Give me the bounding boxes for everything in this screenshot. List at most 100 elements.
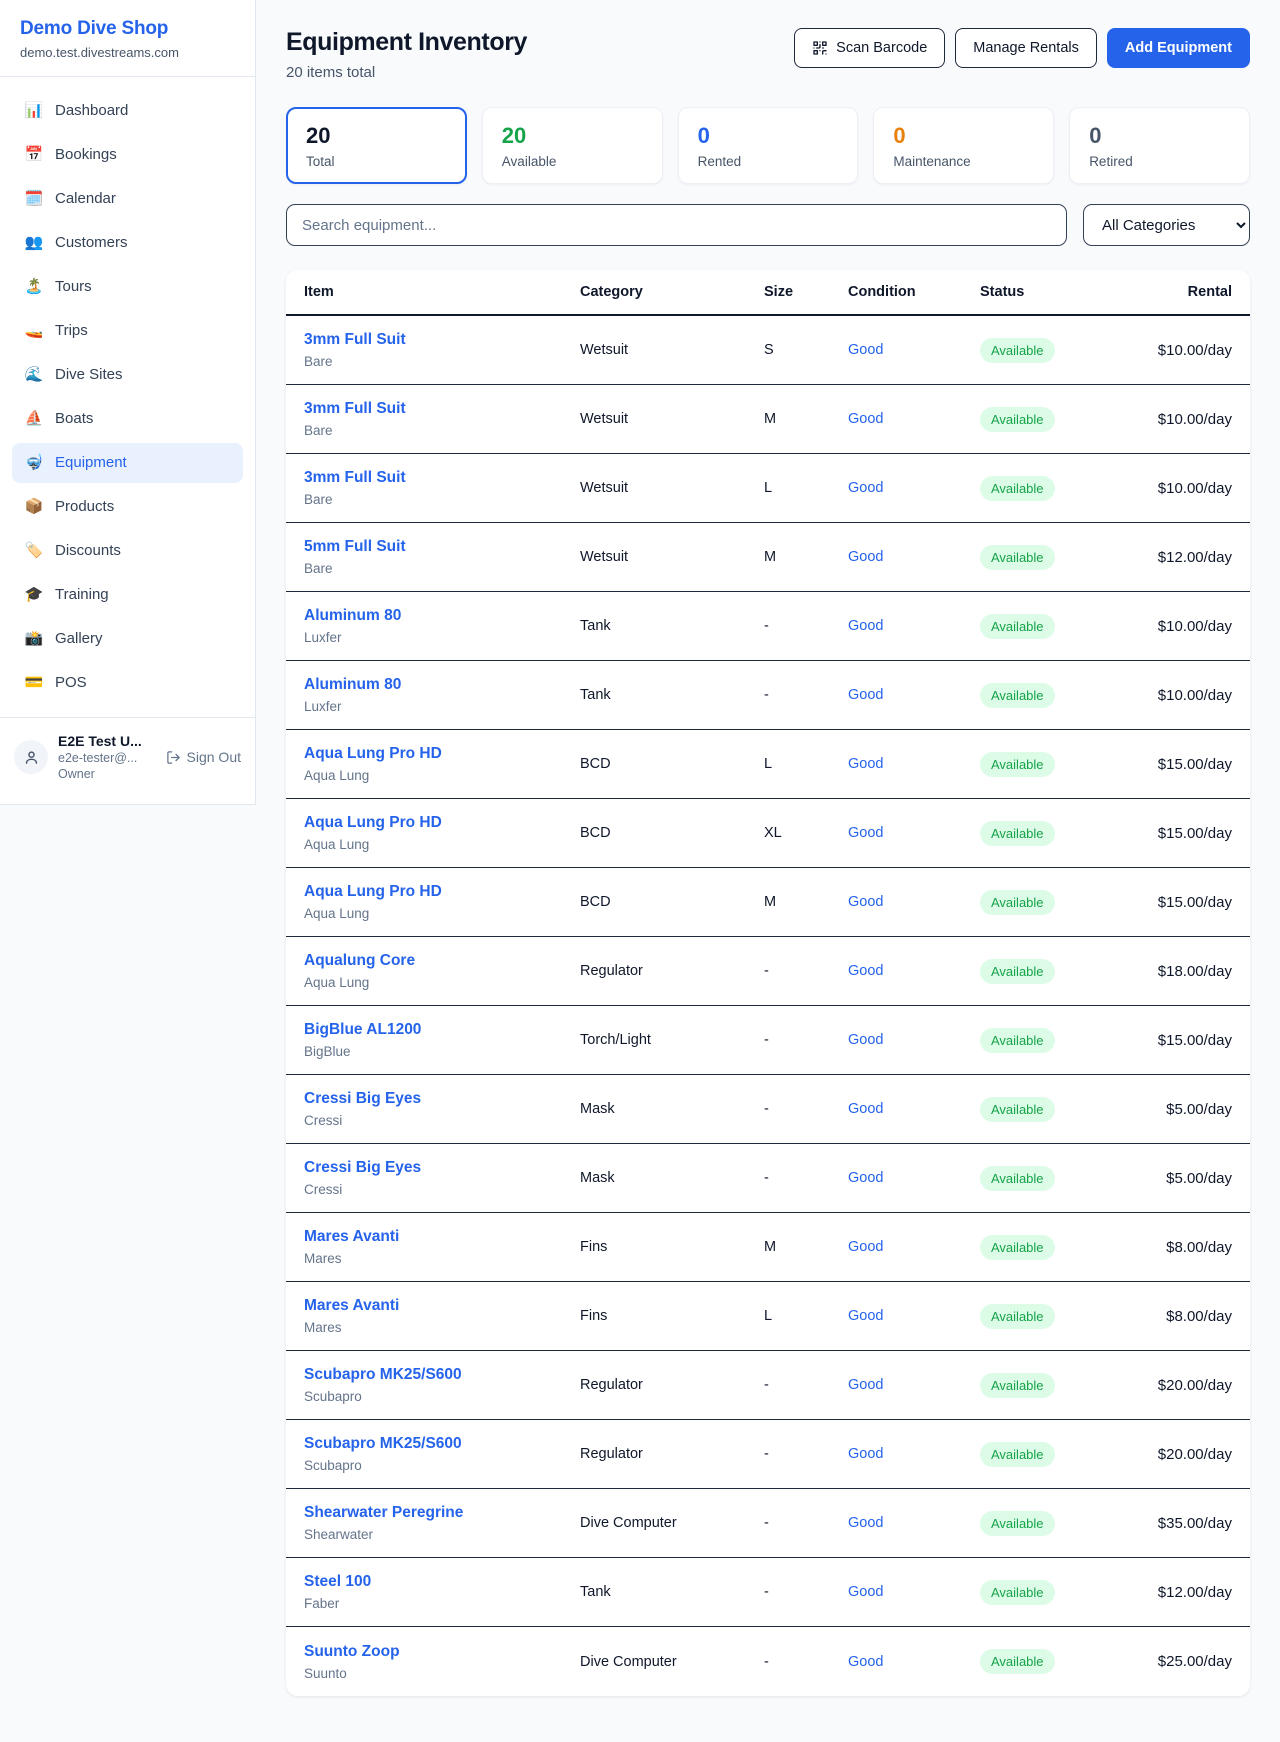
nav-label: Products: [55, 496, 114, 518]
sidebar-item-equipment[interactable]: 🤿 Equipment: [12, 443, 243, 483]
avatar: [14, 740, 48, 774]
item-name-link[interactable]: Aqualung Core: [304, 951, 580, 970]
stat-card-rented[interactable]: 0 Rented: [678, 107, 859, 184]
stat-card-available[interactable]: 20 Available: [482, 107, 663, 184]
condition-link[interactable]: Good: [848, 1032, 980, 1048]
item-name-link[interactable]: Aluminum 80: [304, 675, 580, 694]
condition-link[interactable]: Good: [848, 1239, 980, 1255]
table-row: Scubapro MK25/S600 Scubapro Regulator - …: [286, 1420, 1250, 1489]
condition-link[interactable]: Good: [848, 411, 980, 427]
nav-label: Boats: [55, 408, 93, 430]
item-name-link[interactable]: Scubapro MK25/S600: [304, 1365, 580, 1384]
status-cell: Available: [980, 476, 1132, 501]
category-select[interactable]: All Categories: [1083, 204, 1250, 246]
table-row: Aqua Lung Pro HD Aqua Lung BCD L Good Av…: [286, 730, 1250, 799]
condition-link[interactable]: Good: [848, 1584, 980, 1600]
item-name-link[interactable]: Aqua Lung Pro HD: [304, 813, 580, 832]
item-name-link[interactable]: Cressi Big Eyes: [304, 1089, 580, 1108]
item-cell: Shearwater Peregrine Shearwater: [304, 1503, 580, 1543]
sidebar-item-training[interactable]: 🎓 Training: [12, 575, 243, 615]
page-title-block: Equipment Inventory 20 items total: [286, 28, 527, 81]
condition-link[interactable]: Good: [848, 1446, 980, 1462]
sidebar-item-customers[interactable]: 👥 Customers: [12, 223, 243, 263]
condition-link[interactable]: Good: [848, 963, 980, 979]
status-cell: Available: [980, 1166, 1132, 1191]
category-cell: Torch/Light: [580, 1032, 764, 1048]
condition-link[interactable]: Good: [848, 342, 980, 358]
item-name-link[interactable]: Scubapro MK25/S600: [304, 1434, 580, 1453]
table-row: Shearwater Peregrine Shearwater Dive Com…: [286, 1489, 1250, 1558]
nav-icon: 🏷️: [24, 540, 44, 562]
condition-link[interactable]: Good: [848, 549, 980, 565]
item-name-link[interactable]: 3mm Full Suit: [304, 330, 580, 349]
condition-link[interactable]: Good: [848, 618, 980, 634]
item-name-link[interactable]: 3mm Full Suit: [304, 399, 580, 418]
item-name-link[interactable]: Aqua Lung Pro HD: [304, 882, 580, 901]
status-badge: Available: [980, 1028, 1055, 1053]
table-row: Aqualung Core Aqua Lung Regulator - Good…: [286, 937, 1250, 1006]
status-badge: Available: [980, 821, 1055, 846]
item-name-link[interactable]: Mares Avanti: [304, 1296, 580, 1315]
stat-card-retired[interactable]: 0 Retired: [1069, 107, 1250, 184]
condition-link[interactable]: Good: [848, 480, 980, 496]
status-cell: Available: [980, 683, 1132, 708]
sign-out-button[interactable]: Sign Out: [166, 749, 241, 765]
condition-link[interactable]: Good: [848, 1654, 980, 1670]
condition-link[interactable]: Good: [848, 1170, 980, 1186]
sidebar-item-bookings[interactable]: 📅 Bookings: [12, 135, 243, 175]
sidebar-item-pos[interactable]: 💳 POS: [12, 663, 243, 703]
category-cell: Dive Computer: [580, 1515, 764, 1531]
condition-link[interactable]: Good: [848, 756, 980, 772]
table-row: Steel 100 Faber Tank - Good Available $1…: [286, 1558, 1250, 1627]
brand-block: Demo Dive Shop demo.test.divestreams.com: [0, 0, 255, 77]
condition-link[interactable]: Good: [848, 894, 980, 910]
item-name-link[interactable]: Suunto Zoop: [304, 1642, 580, 1661]
item-name-link[interactable]: 3mm Full Suit: [304, 468, 580, 487]
item-name-link[interactable]: BigBlue AL1200: [304, 1020, 580, 1039]
sidebar-item-calendar[interactable]: 🗓️ Calendar: [12, 179, 243, 219]
nav-label: Trips: [55, 320, 88, 342]
condition-link[interactable]: Good: [848, 1308, 980, 1324]
stat-card-maintenance[interactable]: 0 Maintenance: [873, 107, 1054, 184]
rental-cell: $10.00/day: [1132, 480, 1232, 497]
equipment-table: Item Category Size Condition Status Rent…: [286, 270, 1250, 1696]
item-name-link[interactable]: Aqua Lung Pro HD: [304, 744, 580, 763]
sidebar-item-gallery[interactable]: 📸 Gallery: [12, 619, 243, 659]
item-name-link[interactable]: Mares Avanti: [304, 1227, 580, 1246]
scan-barcode-button[interactable]: Scan Barcode: [794, 28, 945, 68]
nav-icon: 📸: [24, 628, 44, 650]
condition-link[interactable]: Good: [848, 1377, 980, 1393]
nav-icon: 📦: [24, 496, 44, 518]
nav-icon: 🎓: [24, 584, 44, 606]
condition-link[interactable]: Good: [848, 687, 980, 703]
condition-link[interactable]: Good: [848, 1515, 980, 1531]
item-name-link[interactable]: Cressi Big Eyes: [304, 1158, 580, 1177]
item-name-link[interactable]: Shearwater Peregrine: [304, 1503, 580, 1522]
item-name-link[interactable]: 5mm Full Suit: [304, 537, 580, 556]
condition-link[interactable]: Good: [848, 1101, 980, 1117]
item-name-link[interactable]: Aluminum 80: [304, 606, 580, 625]
add-equipment-button[interactable]: Add Equipment: [1107, 28, 1250, 68]
nav-label: Equipment: [55, 452, 127, 474]
search-input[interactable]: [286, 204, 1067, 246]
size-cell: -: [764, 1170, 848, 1186]
table-row: Mares Avanti Mares Fins L Good Available…: [286, 1282, 1250, 1351]
item-name-link[interactable]: Steel 100: [304, 1572, 580, 1591]
rental-cell: $15.00/day: [1132, 756, 1232, 773]
condition-link[interactable]: Good: [848, 825, 980, 841]
size-cell: L: [764, 480, 848, 496]
status-badge: Available: [980, 1304, 1055, 1329]
page-header: Equipment Inventory 20 items total Scan …: [286, 28, 1250, 81]
category-cell: Tank: [580, 618, 764, 634]
status-cell: Available: [980, 1097, 1132, 1122]
sidebar-item-boats[interactable]: ⛵ Boats: [12, 399, 243, 439]
manage-rentals-button[interactable]: Manage Rentals: [955, 28, 1097, 68]
sidebar-item-trips[interactable]: 🚤 Trips: [12, 311, 243, 351]
sidebar-item-products[interactable]: 📦 Products: [12, 487, 243, 527]
header-actions: Scan Barcode Manage Rentals Add Equipmen…: [794, 28, 1250, 68]
stat-card-total[interactable]: 20 Total: [286, 107, 467, 184]
sidebar-item-dashboard[interactable]: 📊 Dashboard: [12, 91, 243, 131]
sidebar-item-discounts[interactable]: 🏷️ Discounts: [12, 531, 243, 571]
sidebar-item-tours[interactable]: 🏝️ Tours: [12, 267, 243, 307]
sidebar-item-dive-sites[interactable]: 🌊 Dive Sites: [12, 355, 243, 395]
